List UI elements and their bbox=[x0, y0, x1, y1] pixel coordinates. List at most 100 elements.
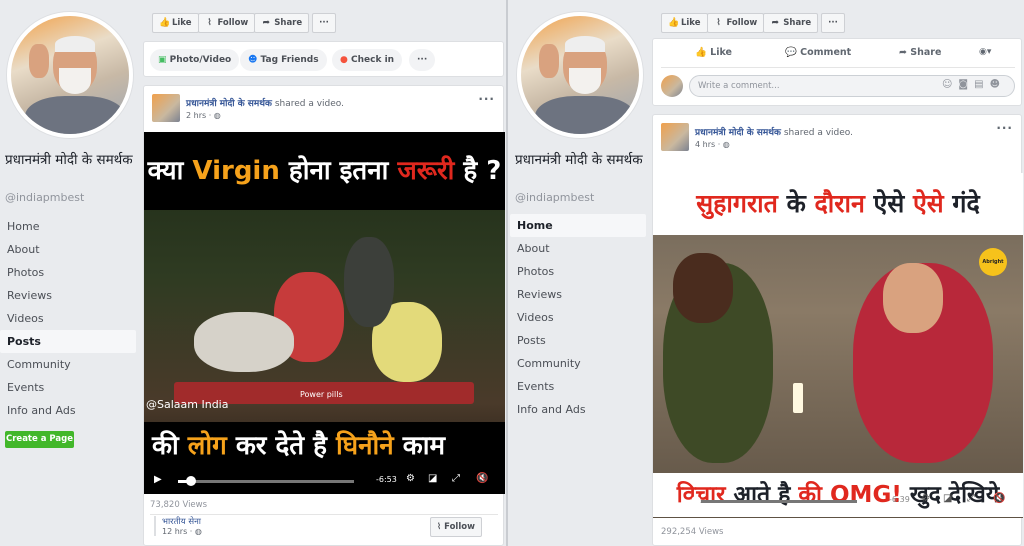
caption-part: काम bbox=[393, 431, 446, 461]
nav-photos[interactable]: Photos bbox=[510, 260, 646, 283]
nav-events[interactable]: Events bbox=[510, 375, 646, 398]
gear-icon[interactable]: ⚙ bbox=[921, 493, 930, 504]
page-handle[interactable]: @indiapmbest bbox=[5, 191, 84, 204]
nav-videos[interactable]: Videos bbox=[510, 306, 646, 329]
photo-video-button[interactable]: ▣ Photo/Video bbox=[150, 49, 240, 71]
page-action-bar: 👍 Like ⌇ Follow ➦ Share ··· bbox=[152, 10, 336, 33]
pip-icon[interactable]: ◪ bbox=[943, 493, 952, 504]
caption-part: है ? bbox=[454, 156, 502, 186]
post-options-icon[interactable]: ··· bbox=[478, 92, 495, 106]
follow-next-button[interactable]: ⌇ Follow bbox=[430, 517, 482, 537]
nav-info-ads[interactable]: Info and Ads bbox=[510, 398, 646, 421]
share-arrow-icon: ➦ bbox=[262, 18, 271, 28]
follow-page-button[interactable]: ⌇ Follow bbox=[197, 13, 256, 33]
thumbs-up-icon: 👍 bbox=[159, 18, 171, 28]
follow-page-button[interactable]: ⌇ Follow bbox=[706, 13, 765, 33]
volume-icon[interactable]: 🔇 bbox=[993, 493, 1005, 504]
right-sidebar: प्रधानमंत्री मोदी के समर्थक @indiapmbest… bbox=[510, 0, 650, 546]
progress-bar[interactable] bbox=[687, 500, 857, 503]
share-button[interactable]: ➦ Share bbox=[899, 47, 941, 58]
video-duration: -6:53 bbox=[376, 475, 397, 484]
caption-part: कर देते है bbox=[226, 431, 337, 461]
nav-videos[interactable]: Videos bbox=[0, 307, 136, 330]
tag-friends-label: Tag Friends bbox=[260, 55, 319, 65]
fullscreen-icon[interactable]: ⤢ bbox=[452, 473, 460, 484]
caption-part: के bbox=[777, 189, 815, 218]
comment-tools-icons[interactable]: ☺◙▤☻ bbox=[942, 79, 1006, 90]
progress-knob[interactable] bbox=[186, 476, 196, 486]
page-nav: Home About Photos Reviews Videos Posts C… bbox=[0, 215, 136, 422]
page-nav: Home About Photos Reviews Videos Posts C… bbox=[510, 214, 646, 421]
nav-info-ads[interactable]: Info and Ads bbox=[0, 399, 136, 422]
reaction-picker-icon[interactable]: ◉▾ bbox=[979, 47, 991, 57]
fullscreen-icon[interactable]: ⤢ bbox=[967, 493, 975, 504]
photo-video-label: Photo/Video bbox=[169, 55, 232, 65]
like-page-button[interactable]: 👍 Like bbox=[661, 13, 708, 33]
more-options-button[interactable]: ··· bbox=[821, 13, 845, 33]
nav-community[interactable]: Community bbox=[0, 353, 136, 376]
nav-posts[interactable]: Posts bbox=[0, 330, 136, 353]
nav-about[interactable]: About bbox=[0, 238, 136, 261]
next-post-author[interactable]: भारतीय सेना bbox=[162, 516, 202, 527]
caption-part: दौरान bbox=[814, 189, 865, 218]
composer-more-button[interactable]: ··· bbox=[409, 49, 436, 71]
post-card: प्रधानमंत्री मोदी के समर्थक shared a vid… bbox=[143, 85, 505, 546]
tag-friends-button[interactable]: ☻ Tag Friends bbox=[240, 49, 327, 71]
page-title: प्रधानमंत्री मोदी के समर्थक bbox=[515, 152, 643, 168]
comment-button[interactable]: 💬 Comment bbox=[785, 47, 851, 58]
caption-part: की bbox=[152, 431, 188, 461]
video-duration: -6:39 bbox=[889, 495, 910, 504]
candle bbox=[793, 383, 803, 413]
nav-home[interactable]: Home bbox=[0, 215, 136, 238]
page-profile-picture[interactable] bbox=[7, 12, 133, 138]
share-arrow-icon: ➦ bbox=[771, 18, 780, 28]
nav-events[interactable]: Events bbox=[0, 376, 136, 399]
post-author-link[interactable]: प्रधानमंत्री मोदी के समर्थक bbox=[695, 128, 781, 138]
follow-label: Follow bbox=[217, 18, 249, 28]
nav-reviews[interactable]: Reviews bbox=[0, 284, 136, 307]
play-icon[interactable]: ▶ bbox=[154, 474, 162, 485]
post-time-text: 2 hrs · bbox=[186, 111, 212, 120]
progress-knob[interactable] bbox=[691, 496, 701, 506]
volume-icon[interactable]: 🔇 bbox=[476, 473, 488, 484]
comment-input[interactable]: Write a comment... ☺◙▤☻ bbox=[689, 75, 1015, 97]
video-player[interactable]: क्या Virgin होना इतना जरूरी है ? @Salaam… bbox=[144, 132, 505, 494]
rss-icon: ⌇ bbox=[716, 18, 721, 28]
more-options-button[interactable]: ··· bbox=[312, 13, 336, 33]
progress-bar[interactable] bbox=[178, 480, 354, 483]
page-profile-picture[interactable] bbox=[517, 12, 643, 138]
like-reaction-button[interactable]: 👍 Like bbox=[695, 47, 732, 58]
page-title: प्रधानमंत्री मोदी के समर्थक bbox=[5, 152, 133, 168]
post-author-avatar[interactable] bbox=[152, 94, 180, 122]
view-count: 292,254 Views bbox=[661, 527, 724, 537]
nav-photos[interactable]: Photos bbox=[0, 261, 136, 284]
nav-posts[interactable]: Posts bbox=[510, 329, 646, 352]
nav-home[interactable]: Home bbox=[510, 214, 646, 237]
gear-icon[interactable]: ⚙ bbox=[406, 473, 415, 484]
nav-community[interactable]: Community bbox=[510, 352, 646, 375]
like-page-button[interactable]: 👍 Like bbox=[152, 13, 199, 33]
divider bbox=[661, 67, 1015, 68]
post-author-avatar[interactable] bbox=[661, 123, 689, 151]
video-player[interactable]: सुहागरात के दौरान ऐसे ऐसे गंदे Abright व… bbox=[653, 173, 1023, 518]
post-timestamp[interactable]: 4 hrs · ◍ bbox=[695, 140, 730, 149]
sub-caption: Power pills bbox=[300, 390, 343, 399]
caption-part: गंदे bbox=[943, 189, 980, 218]
page-handle[interactable]: @indiapmbest bbox=[515, 191, 594, 204]
create-page-button[interactable]: Create a Page bbox=[5, 431, 74, 448]
channel-badge: Abright bbox=[979, 248, 1007, 276]
left-screenshot: प्रधानमंत्री मोदी के समर्थक @indiapmbest… bbox=[0, 0, 508, 546]
pip-icon[interactable]: ◪ bbox=[428, 473, 437, 484]
post-options-icon[interactable]: ··· bbox=[996, 121, 1013, 135]
check-in-button[interactable]: ● Check in bbox=[332, 49, 403, 71]
caption-part: घिनौने bbox=[336, 431, 394, 461]
nav-reviews[interactable]: Reviews bbox=[510, 283, 646, 306]
video-controls: -6:39 ⚙ ◪ ⤢ 🔇 bbox=[653, 488, 1023, 514]
share-page-button[interactable]: ➦ Share bbox=[763, 13, 819, 33]
next-post-preview: भारतीय सेना 12 hrs · ◍ bbox=[154, 516, 202, 536]
post-author-link[interactable]: प्रधानमंत्री मोदी के समर्थक bbox=[186, 99, 272, 109]
check-in-label: Check in bbox=[351, 55, 395, 65]
share-page-button[interactable]: ➦ Share bbox=[254, 13, 310, 33]
post-timestamp[interactable]: 2 hrs · ◍ bbox=[186, 111, 221, 120]
nav-about[interactable]: About bbox=[510, 237, 646, 260]
